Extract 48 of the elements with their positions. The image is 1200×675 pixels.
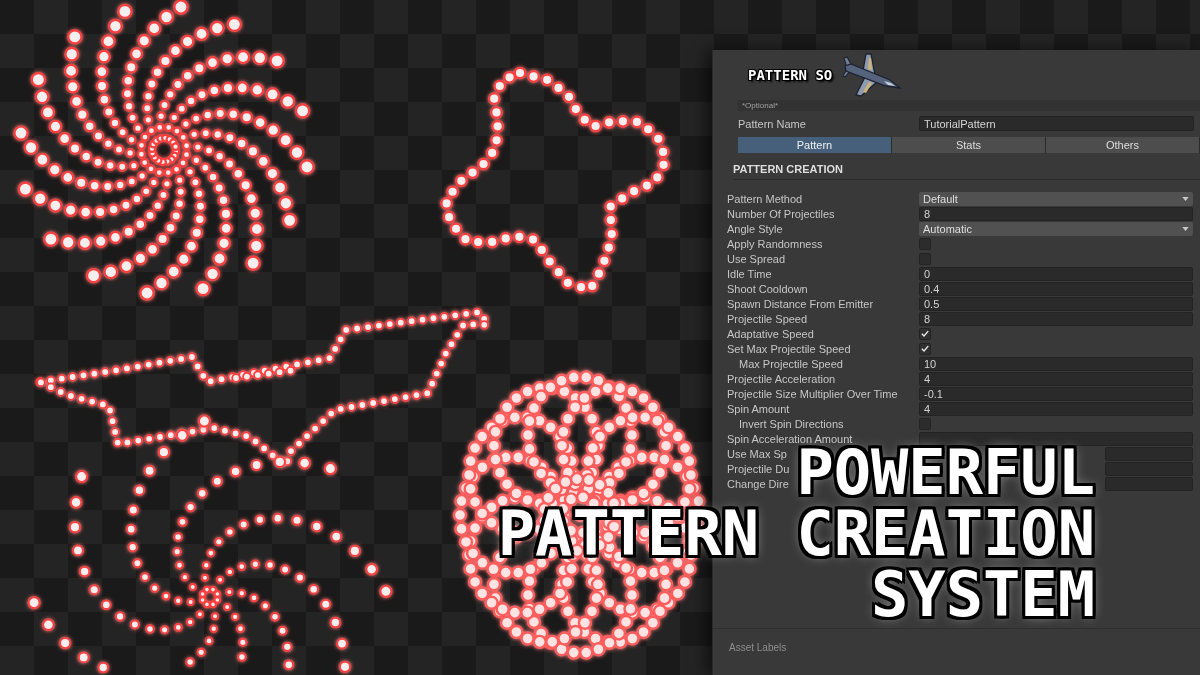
text-field[interactable]: TutorialPattern — [919, 115, 1194, 131]
field-label: Max Projectile Speed — [739, 356, 843, 371]
dropdown-caret-icon — [1182, 196, 1189, 201]
checkbox[interactable] — [919, 342, 931, 355]
field-label: Pattern Name — [738, 118, 806, 130]
number-field[interactable]: 0 — [919, 266, 1193, 281]
headline-line: POWERFUL — [796, 450, 1095, 496]
field-label: Spawn Distance From Emitter — [727, 296, 874, 311]
number-field[interactable]: 8 — [919, 206, 1193, 221]
footer-label: Asset Labels — [729, 642, 787, 653]
dropdown[interactable]: Default — [919, 191, 1193, 206]
tab[interactable]: Others — [1046, 137, 1200, 153]
field-label: Number Of Projectiles — [727, 206, 835, 221]
field-label: Shoot Cooldown — [727, 281, 808, 296]
field-label: Spin Acceleration Amount — [727, 431, 853, 446]
jet-plane-icon — [842, 53, 903, 97]
number-field[interactable]: 0.4 — [919, 281, 1193, 296]
number-field[interactable]: -0.1 — [919, 386, 1193, 401]
inspector-title: PATTERN SO — [748, 67, 833, 83]
field-label: Idle Time — [727, 266, 772, 281]
field-label: Pattern Method — [727, 191, 803, 206]
headline-line: PATTERN CREATION — [497, 511, 1095, 557]
checkbox[interactable] — [919, 327, 931, 340]
section-title: PATTERN CREATION — [733, 163, 843, 175]
field-label: Adaptative Speed — [727, 326, 814, 341]
field-label: Spin Amount — [727, 401, 790, 416]
field-label: Angle Style — [727, 221, 783, 236]
field-label: Apply Randomness — [727, 236, 823, 251]
number-field[interactable]: 10 — [919, 356, 1193, 371]
field-label: Use Spread — [727, 251, 786, 266]
field-label: Change Dire — [727, 476, 789, 491]
field-label: Invert Spin Directions — [739, 416, 844, 431]
field-label: Set Max Projectile Speed — [727, 341, 851, 356]
number-field[interactable]: 8 — [919, 311, 1193, 326]
field-label: Projectile Speed — [727, 311, 808, 326]
field-label: Projectile Acceleration — [727, 371, 836, 386]
dropdown-caret-icon — [1182, 226, 1189, 231]
field-label: Use Max Sp — [727, 446, 787, 461]
dropdown[interactable]: Automatic — [919, 221, 1193, 236]
tab[interactable]: Stats — [892, 137, 1046, 153]
tab[interactable]: Pattern — [738, 137, 892, 153]
field-label: Projectile Du — [727, 461, 790, 476]
number-field[interactable]: 4 — [919, 371, 1193, 386]
number-field[interactable]: 4 — [919, 401, 1193, 416]
field-label: Projectile Size Multiplier Over Time — [727, 386, 898, 401]
optional-note: *Optional* — [738, 100, 1200, 111]
number-field[interactable]: 0.5 — [919, 296, 1193, 311]
checkbox[interactable] — [919, 237, 931, 250]
